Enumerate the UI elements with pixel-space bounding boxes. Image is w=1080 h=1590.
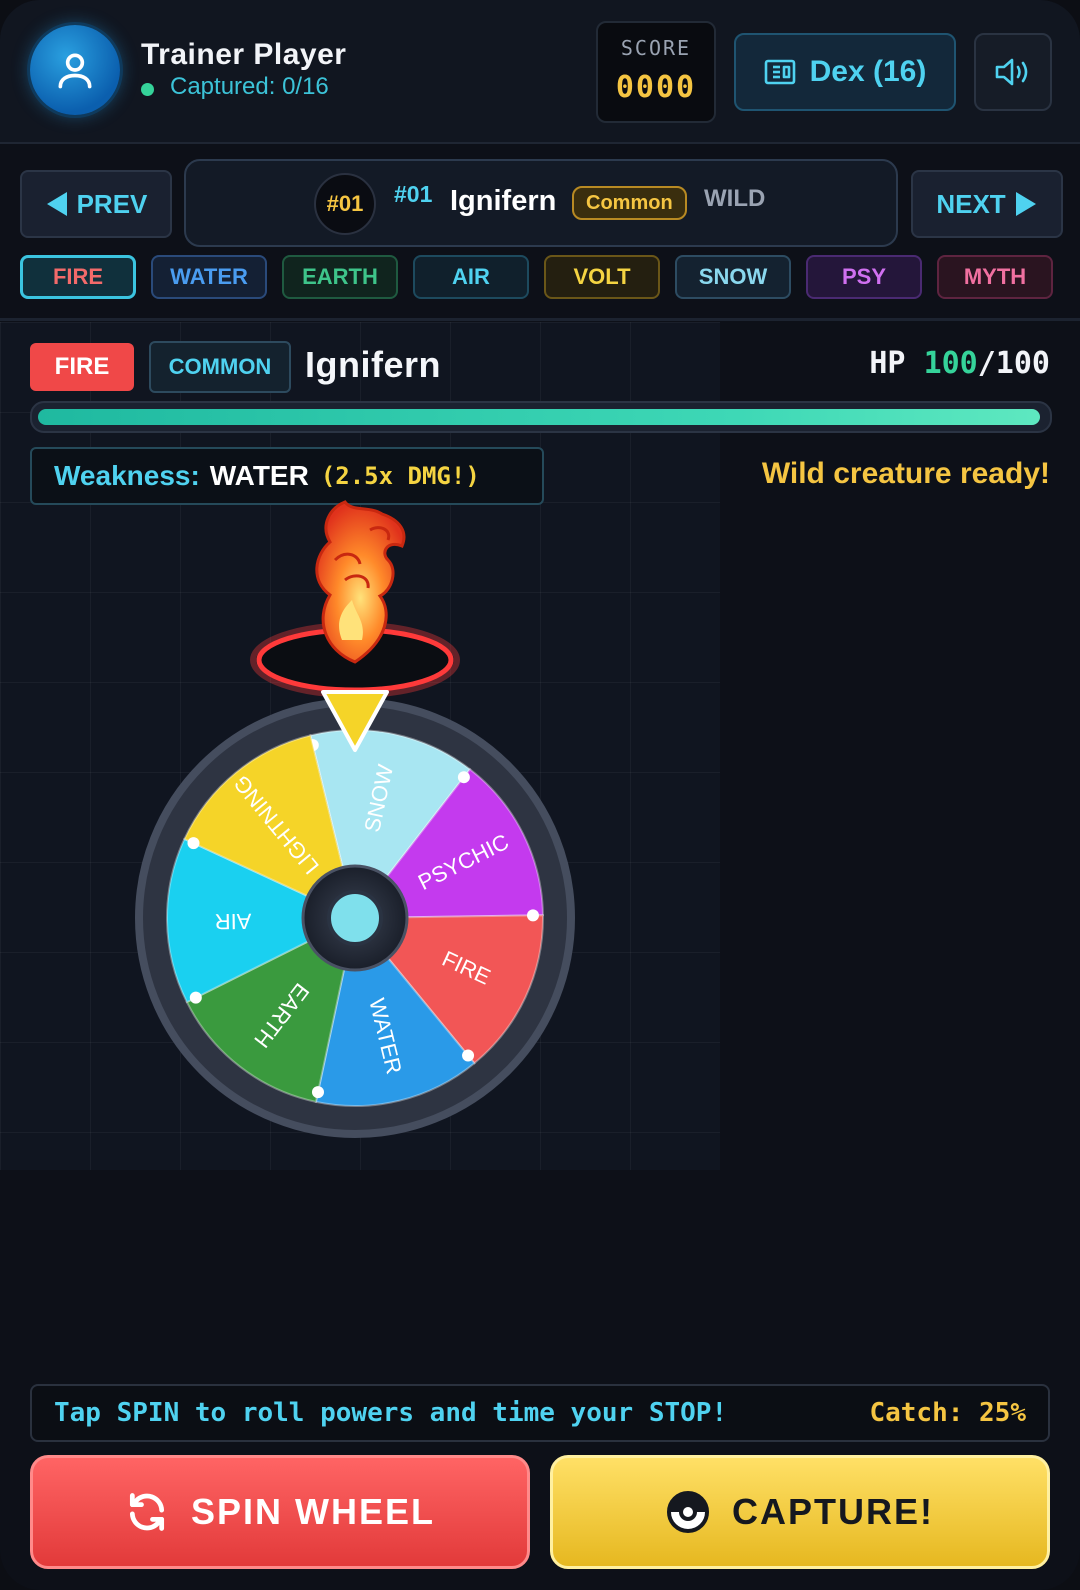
creature-rarity-badge: COMMON — [149, 341, 291, 393]
type-tab-psy[interactable]: PSY — [806, 255, 922, 299]
weakness-panel: Weakness: WATER (2.5x DMG!) — [30, 447, 544, 505]
type-tab-label: WATER — [170, 264, 248, 289]
wheel-peg — [526, 909, 539, 922]
dex-book-icon — [764, 59, 795, 85]
captured-label: Captured: 0/16 — [170, 73, 329, 100]
creature-status: WILD — [704, 185, 766, 212]
online-indicator — [141, 82, 154, 96]
type-tab-water[interactable]: WATER — [151, 255, 267, 299]
hint-bar: Tap SPIN to roll powers and time your ST… — [30, 1384, 1050, 1442]
hint-text: Tap SPIN to roll powers and time your ST… — [54, 1398, 728, 1428]
type-tab-myth[interactable]: MYTH — [937, 255, 1053, 299]
wheel-peg — [187, 837, 200, 850]
score-value: 0000 — [615, 70, 697, 105]
creature-type-badge: FIRE — [30, 343, 134, 391]
spin-wheel-button[interactable]: SPIN WHEEL — [30, 1455, 530, 1569]
capture-ball-icon — [667, 1491, 709, 1533]
score-label: SCORE — [620, 36, 692, 60]
dex-button-label: Dex (16) — [809, 55, 927, 88]
type-tab-air[interactable]: AIR — [413, 255, 529, 299]
wheel-hub-center — [327, 890, 383, 946]
next-label: NEXT — [936, 188, 1006, 219]
hp-readout: HP 100/100 — [869, 346, 1050, 381]
type-tab-label: PSY — [841, 264, 887, 289]
type-tab-label: AIR — [452, 264, 490, 289]
prev-button[interactable]: PREV — [20, 170, 172, 238]
type-tab-earth[interactable]: EARTH — [282, 255, 398, 299]
user-icon — [58, 53, 92, 89]
hp-label: HP — [869, 346, 906, 381]
hp-bar-fill — [38, 409, 1040, 425]
type-tab-label: SNOW — [698, 264, 768, 289]
type-tab-snow[interactable]: SNOW — [675, 255, 791, 299]
type-tab-fire[interactable]: FIRE — [20, 255, 136, 299]
type-tab-label: EARTH — [302, 264, 378, 289]
type-tab-label: VOLT — [573, 264, 631, 289]
wheel-peg — [311, 1086, 324, 1099]
catch-chance: Catch: 25% — [869, 1398, 1026, 1428]
captured-count: Captured: 0/16 — [141, 73, 329, 101]
player-name: Trainer Player — [141, 38, 347, 71]
top-bar: Trainer Player Captured: 0/16 SCORE 0000… — [0, 0, 1080, 144]
speaker-icon — [995, 58, 1028, 86]
wheel-segment-label: AIR — [215, 909, 252, 935]
score-panel: SCORE 0000 — [596, 21, 716, 123]
sound-button[interactable] — [974, 33, 1052, 111]
wheel-peg — [457, 771, 470, 784]
weakness-type: WATER — [209, 460, 309, 491]
game-screen: Trainer Player Captured: 0/16 SCORE 0000… — [0, 0, 1080, 1590]
weakness-label: Weakness: — [54, 460, 200, 491]
hp-max: /100 — [977, 346, 1050, 381]
creature-name: Ignifern — [450, 185, 557, 217]
avatar[interactable] — [30, 25, 120, 115]
spin-wheel-area: SNOWPSYCHICFIREWATEREARTHAIRLIGHTNING — [135, 500, 575, 1138]
spin-label: SPIN WHEEL — [190, 1491, 435, 1532]
creature-title: Ignifern — [305, 344, 441, 385]
weakness-multiplier: (2.5x DMG!) — [320, 462, 480, 490]
encounter-status: Wild creature ready! — [761, 457, 1050, 490]
wheel-peg — [189, 991, 202, 1004]
hp-current: 100 — [923, 346, 978, 381]
arrow-left-icon — [46, 192, 67, 216]
rarity-badge: Common — [572, 186, 687, 220]
wheel-peg — [462, 1049, 475, 1062]
dex-button[interactable]: Dex (16) — [734, 33, 956, 111]
prev-label: PREV — [76, 188, 148, 219]
hp-bar — [30, 401, 1052, 433]
next-button[interactable]: NEXT — [911, 170, 1063, 238]
type-tab-volt[interactable]: VOLT — [544, 255, 660, 299]
type-filter-bar: FIRE WATER EARTH AIR VOLT SNOW PSY MYTH — [20, 255, 1060, 303]
creature-number: #01 — [394, 181, 433, 207]
current-creature-panel: #01 #01 Ignifern Common WILD — [184, 159, 898, 247]
arrow-right-icon — [1015, 192, 1036, 216]
type-tab-label: FIRE — [52, 264, 104, 289]
refresh-icon — [129, 1493, 165, 1531]
capture-label: CAPTURE! — [732, 1491, 934, 1532]
divider — [0, 318, 1080, 321]
creature-number-badge: #01 — [314, 173, 376, 235]
capture-button[interactable]: CAPTURE! — [550, 1455, 1050, 1569]
type-tab-label: MYTH — [963, 264, 1027, 289]
